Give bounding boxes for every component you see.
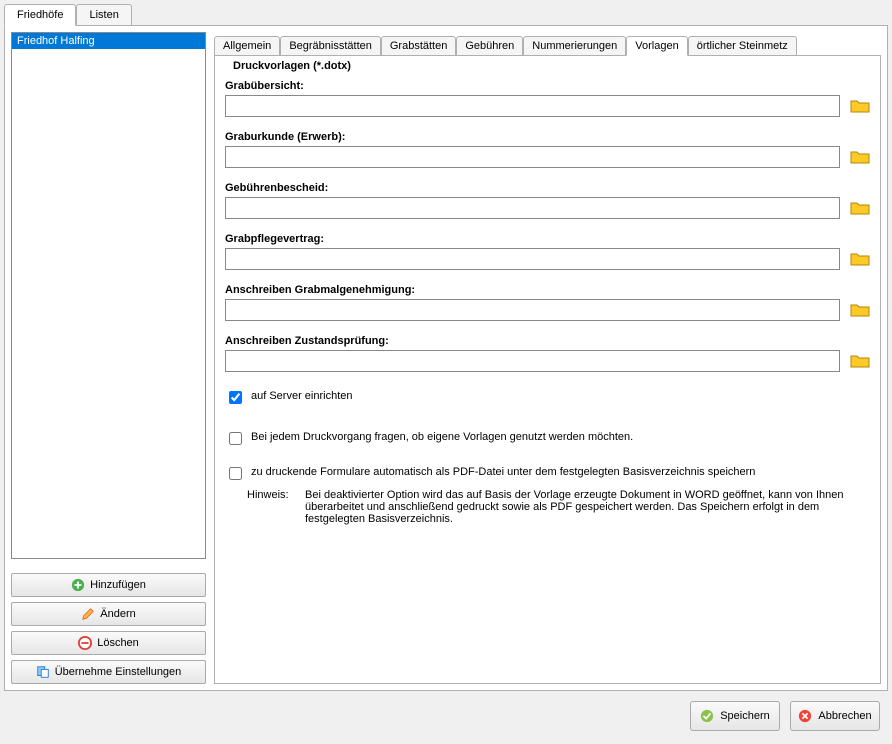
browse-grabuebersicht-button[interactable] <box>850 98 870 114</box>
group-heading: Druckvorlagen (*.dotx) <box>233 60 870 72</box>
grabmalgenehmigung-label: Anschreiben Grabmalgenehmigung: <box>225 284 870 296</box>
copy-settings-icon <box>36 665 50 679</box>
server-checkbox-label: auf Server einrichten <box>251 390 353 402</box>
tab-listen[interactable]: Listen <box>76 4 131 25</box>
cancel-icon <box>798 709 812 723</box>
save-button[interactable]: Speichern <box>690 701 780 731</box>
ask-print-checkbox-label: Bei jedem Druckvorgang fragen, ob eigene… <box>251 431 633 443</box>
tab-friedhoefe[interactable]: Friedhöfe <box>4 4 76 26</box>
tab-gebuehren[interactable]: Gebühren <box>456 36 523 55</box>
browse-gebuehrenbescheid-button[interactable] <box>850 200 870 216</box>
add-button-label: Hinzufügen <box>90 579 146 591</box>
browse-grabpflegevertrag-button[interactable] <box>850 251 870 267</box>
cancel-button-label: Abbrechen <box>818 710 871 722</box>
main-area: Friedhof Halfing Hinzufügen Ändern Lösch… <box>4 26 888 691</box>
browse-graburkunde-button[interactable] <box>850 149 870 165</box>
minus-icon <box>78 636 92 650</box>
graburkunde-input[interactable] <box>225 146 840 168</box>
zustandspruefung-label: Anschreiben Zustandsprüfung: <box>225 335 870 347</box>
bottom-bar: Speichern Abbrechen <box>4 691 888 735</box>
tab-steinmetz[interactable]: örtlicher Steinmetz <box>688 36 797 55</box>
list-item[interactable]: Friedhof Halfing <box>12 33 205 49</box>
tab-grabstaetten[interactable]: Grabstätten <box>381 36 456 55</box>
grabuebersicht-label: Grabübersicht: <box>225 80 870 92</box>
grabpflegevertrag-input[interactable] <box>225 248 840 270</box>
cancel-button[interactable]: Abbrechen <box>790 701 880 731</box>
tab-begraebnisstaetten[interactable]: Begräbnisstätten <box>280 36 381 55</box>
delete-button-label: Löschen <box>97 637 139 649</box>
add-button[interactable]: Hinzufügen <box>11 573 206 597</box>
grabpflegevertrag-label: Grabpflegevertrag: <box>225 233 870 245</box>
left-column: Friedhof Halfing Hinzufügen Ändern Lösch… <box>11 32 206 684</box>
auto-pdf-checkbox-label: zu druckende Formulare automatisch als P… <box>251 466 755 478</box>
graburkunde-label: Graburkunde (Erwerb): <box>225 131 870 143</box>
edit-button[interactable]: Ändern <box>11 602 206 626</box>
inner-tabstrip: Allgemein Begräbnisstätten Grabstätten G… <box>214 36 881 55</box>
save-button-label: Speichern <box>720 710 770 722</box>
hint-row: Hinweis: Bei deaktivierter Option wird d… <box>247 489 870 525</box>
plus-icon <box>71 578 85 592</box>
tab-vorlagen[interactable]: Vorlagen <box>626 36 687 56</box>
gebuehrenbescheid-input[interactable] <box>225 197 840 219</box>
right-column: Allgemein Begräbnisstätten Grabstätten G… <box>214 32 881 684</box>
grabmalgenehmigung-input[interactable] <box>225 299 840 321</box>
browse-grabmalgenehmigung-button[interactable] <box>850 302 870 318</box>
cemetery-listbox[interactable]: Friedhof Halfing <box>11 32 206 559</box>
adopt-settings-button[interactable]: Übernehme Einstellungen <box>11 660 206 684</box>
browse-zustandspruefung-button[interactable] <box>850 353 870 369</box>
pencil-icon <box>81 607 95 621</box>
edit-button-label: Ändern <box>100 608 135 620</box>
hint-text: Bei deaktivierter Option wird das auf Ba… <box>305 489 870 525</box>
check-icon <box>700 709 714 723</box>
tab-allgemein[interactable]: Allgemein <box>214 36 280 55</box>
side-buttons: Hinzufügen Ändern Löschen Übernehme Eins… <box>11 565 206 684</box>
zustandspruefung-input[interactable] <box>225 350 840 372</box>
delete-button[interactable]: Löschen <box>11 631 206 655</box>
adopt-settings-label: Übernehme Einstellungen <box>55 666 182 678</box>
tab-content: Druckvorlagen (*.dotx) Grabübersicht: Gr… <box>214 55 881 684</box>
outer-tabstrip: Friedhöfe Listen <box>4 4 888 26</box>
server-checkbox[interactable] <box>229 391 242 404</box>
ask-print-checkbox[interactable] <box>229 432 242 445</box>
auto-pdf-checkbox[interactable] <box>229 467 242 480</box>
hint-label: Hinweis: <box>247 489 295 525</box>
grabuebersicht-input[interactable] <box>225 95 840 117</box>
gebuehrenbescheid-label: Gebührenbescheid: <box>225 182 870 194</box>
tab-nummerierungen[interactable]: Nummerierungen <box>523 36 626 55</box>
